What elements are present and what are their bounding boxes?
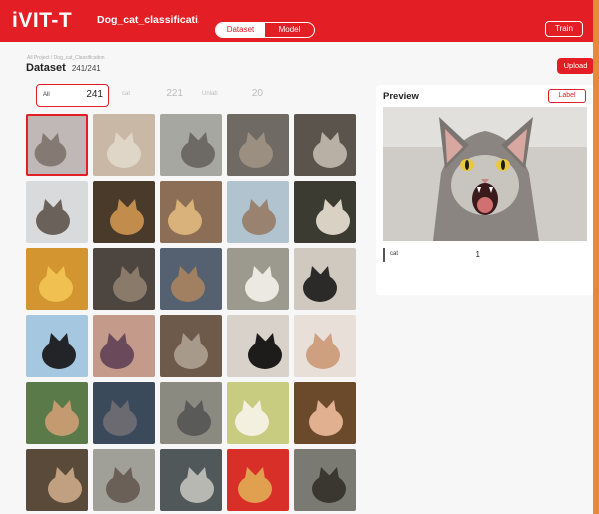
filter-unlabeled[interactable]: Unlab 20 — [196, 84, 268, 107]
view-switcher: Dataset Model — [215, 22, 315, 38]
app-window: iVIT-T Dog_cat_classificati... Dataset M… — [0, 0, 596, 514]
image-thumbnail[interactable] — [294, 315, 356, 377]
image-thumbnail[interactable] — [93, 449, 155, 511]
top-bar: iVIT-T Dog_cat_classificati... Dataset M… — [0, 0, 593, 42]
image-thumbnail[interactable] — [26, 181, 88, 243]
cat-photo — [294, 181, 356, 243]
image-thumbnail[interactable] — [294, 181, 356, 243]
image-thumbnail[interactable] — [26, 382, 88, 444]
image-thumbnail[interactable] — [26, 248, 88, 310]
image-thumbnail[interactable] — [26, 449, 88, 511]
tab-model[interactable]: Model — [265, 23, 314, 37]
cat-photo — [26, 315, 88, 377]
page-title: Dataset 241/241 — [26, 62, 101, 74]
image-thumbnail[interactable] — [294, 382, 356, 444]
cat-photo — [160, 382, 222, 444]
cat-photo — [93, 248, 155, 310]
image-thumbnail[interactable] — [160, 181, 222, 243]
filter-count: 221 — [166, 88, 183, 99]
cat-photo — [294, 315, 356, 377]
cat-photo — [227, 114, 289, 176]
image-thumbnail[interactable] — [160, 449, 222, 511]
image-thumbnail[interactable] — [227, 449, 289, 511]
filter-label: cat — [122, 91, 131, 97]
cat-photo — [227, 382, 289, 444]
app-logo[interactable]: iVIT-T — [12, 9, 72, 33]
cat-photo — [93, 181, 155, 243]
tab-dataset[interactable]: Dataset — [216, 23, 265, 37]
filter-label: Unlab — [202, 91, 218, 97]
preview-panel: Preview Label cat 1 — [376, 85, 593, 295]
filter-count: 20 — [251, 88, 263, 99]
image-thumbnail[interactable] — [294, 449, 356, 511]
cat-photo — [227, 248, 289, 310]
preview-image — [383, 107, 587, 241]
breadcrumb[interactable]: All Project / Dog_cat_Classification — [27, 55, 105, 61]
image-thumbnail[interactable] — [160, 114, 222, 176]
upload-button[interactable]: Upload — [557, 58, 593, 74]
image-thumbnail[interactable] — [227, 315, 289, 377]
cat-photo — [26, 181, 88, 243]
filter-label: All — [43, 92, 50, 98]
image-thumbnail[interactable] — [93, 382, 155, 444]
image-thumbnail[interactable] — [160, 382, 222, 444]
label-row-cat[interactable]: cat 1 — [383, 248, 483, 262]
image-thumbnail[interactable] — [294, 114, 356, 176]
cat-photo — [294, 114, 356, 176]
cat-photo — [28, 116, 86, 174]
image-thumbnail[interactable] — [227, 114, 289, 176]
cat-photo — [93, 382, 155, 444]
train-button[interactable]: Train — [545, 21, 583, 37]
image-thumbnail[interactable] — [160, 315, 222, 377]
image-thumbnail[interactable] — [93, 248, 155, 310]
image-thumbnail[interactable] — [93, 181, 155, 243]
image-thumbnail[interactable] — [227, 181, 289, 243]
cat-photo — [93, 315, 155, 377]
image-thumbnail[interactable] — [227, 248, 289, 310]
filter-count: 241 — [86, 89, 103, 100]
image-thumbnail[interactable] — [26, 315, 88, 377]
filter-cat[interactable]: cat 221 — [116, 84, 188, 107]
cat-photo — [227, 315, 289, 377]
filter-all[interactable]: All 241 — [36, 84, 109, 107]
cat-photo — [26, 382, 88, 444]
cat-photo — [93, 449, 155, 511]
image-thumbnail[interactable] — [160, 248, 222, 310]
cat-photo — [160, 181, 222, 243]
image-thumbnail[interactable] — [26, 114, 88, 176]
cat-photo — [294, 449, 356, 511]
cat-photo — [294, 248, 356, 310]
label-count: 1 — [475, 250, 480, 259]
dataset-count: 241/241 — [71, 64, 101, 73]
page-title-text: Dataset — [26, 62, 66, 74]
cat-photo — [26, 449, 88, 511]
cat-photo — [160, 449, 222, 511]
image-thumbnail[interactable] — [227, 382, 289, 444]
cat-photo — [160, 315, 222, 377]
cat-photo — [227, 449, 289, 511]
cat-photo-preview — [383, 107, 587, 241]
cat-photo — [160, 114, 222, 176]
cat-photo — [93, 114, 155, 176]
project-name: Dog_cat_classificati... — [97, 14, 199, 26]
preview-title: Preview — [383, 91, 419, 102]
label-name: cat — [390, 251, 399, 257]
label-button[interactable]: Label — [548, 89, 586, 103]
cat-photo — [26, 248, 88, 310]
image-thumbnail[interactable] — [93, 114, 155, 176]
image-thumbnail[interactable] — [294, 248, 356, 310]
cat-photo — [160, 248, 222, 310]
cat-photo — [294, 382, 356, 444]
cat-photo — [227, 181, 289, 243]
image-thumbnail[interactable] — [93, 315, 155, 377]
